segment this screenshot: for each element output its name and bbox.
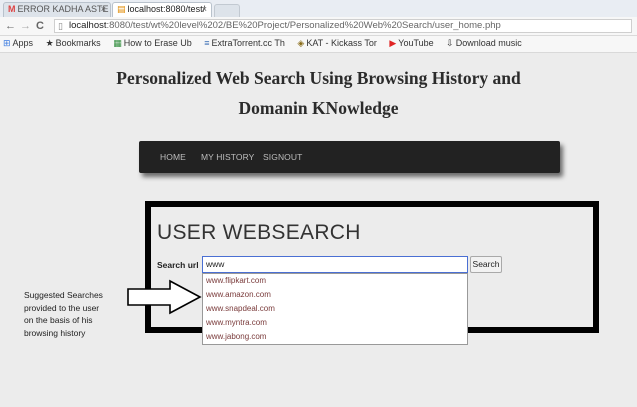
main-navbar: HOME MY HISTORY SIGNOUT	[139, 141, 560, 173]
bookmark-kat[interactable]: ◈ KAT - Kickass Tor	[297, 36, 376, 51]
gmail-icon: M	[8, 4, 16, 14]
bookmark-youtube[interactable]: ▶ YouTube	[389, 36, 433, 51]
close-icon[interactable]: ×	[101, 3, 106, 16]
kat-icon: ◈	[297, 38, 305, 48]
annotation-line: on the basis of his	[24, 315, 93, 325]
youtube-icon: ▶	[389, 38, 397, 48]
page-title-line-2: Domanin KNowledge	[238, 98, 399, 118]
bookmark-download-music[interactable]: ⇩ Download music	[446, 36, 522, 51]
bookmark-label: KAT - Kickass Tor	[306, 38, 377, 48]
page-content: Personalized Web Search Using Browsing H…	[0, 53, 637, 407]
new-tab-button[interactable]	[214, 4, 240, 17]
bookmark-label: Apps	[12, 38, 34, 48]
tab-label: ERROR KADHA ASTE	[17, 4, 109, 14]
annotation-arrow-icon	[127, 279, 202, 315]
annotation-line: browsing history	[24, 327, 86, 338]
bookmark-apps[interactable]: ⊞ Apps	[3, 36, 33, 51]
reload-icon[interactable]: C	[36, 18, 44, 34]
nav-my-history-link[interactable]: MY HISTORY	[201, 141, 254, 173]
url-input[interactable]: ▯ localhost:8080/test/wt%20level%202/BE%…	[54, 19, 632, 33]
download-icon: ⇩	[446, 38, 454, 48]
bookmark-label: ExtraTorrent.cc Th	[211, 38, 285, 48]
tab-error-kadha-aste[interactable]: M ERROR KADHA ASTE ×	[3, 2, 111, 17]
forward-icon[interactable]: →	[20, 18, 31, 34]
url-path: :8080/test/wt%20level%202/BE%20Project/P…	[106, 20, 501, 31]
suggestion-item[interactable]: www.jabong.com	[203, 330, 467, 344]
annotation-text: Suggested Searches provided to the user …	[24, 289, 122, 339]
nav-home-link[interactable]: HOME	[160, 141, 186, 173]
page-icon: ▯	[58, 21, 63, 31]
search-button[interactable]: Search	[470, 256, 502, 273]
bookmark-bookmarks[interactable]: ★ Bookmarks	[46, 36, 101, 51]
tab-label: localhost:8080/test/	[127, 4, 206, 14]
annotation-line: Suggested Searches	[24, 290, 103, 300]
nav-signout-link[interactable]: SIGNOUT	[263, 141, 302, 173]
close-icon[interactable]: ×	[202, 3, 207, 16]
suggestion-dropdown: www.flipkart.com www.amazon.com www.snap…	[202, 273, 468, 345]
page-favicon-icon: ▤	[117, 4, 126, 14]
search-url-input[interactable]: www	[202, 256, 468, 273]
address-bar: ← → C ▯ localhost:8080/test/wt%20level%2…	[0, 17, 637, 36]
bookmark-how-to-erase[interactable]: ▦ How to Erase Ub	[113, 36, 192, 51]
search-heading: USER WEBSEARCH	[157, 221, 361, 244]
tab-localhost[interactable]: ▤ localhost:8080/test/ ×	[112, 2, 212, 17]
bookmark-label: Download music	[455, 38, 522, 48]
bookmark-label: YouTube	[398, 38, 434, 48]
page-icon: ▦	[113, 38, 122, 48]
annotation-line: provided to the user	[24, 302, 100, 313]
bookmark-extratorrent[interactable]: ≡ ExtraTorrent.cc Th	[204, 36, 285, 51]
apps-icon: ⊞	[3, 38, 11, 48]
back-icon[interactable]: ←	[5, 18, 16, 34]
suggestion-item[interactable]: www.myntra.com	[203, 316, 467, 330]
suggestion-item[interactable]: www.flipkart.com	[203, 274, 467, 288]
torrent-icon: ≡	[204, 38, 210, 48]
bookmarks-bar: ⊞ Apps ★ Bookmarks ▦ How to Erase Ub ≡ Extra…	[0, 36, 637, 53]
suggestion-item[interactable]: www.amazon.com	[203, 288, 467, 302]
star-icon: ★	[45, 38, 54, 48]
url-host: localhost	[69, 20, 107, 31]
bookmark-label: How to Erase Ub	[123, 38, 192, 48]
bookmark-label: Bookmarks	[55, 38, 101, 48]
page-title: Personalized Web Search Using Browsing H…	[0, 63, 637, 123]
page-title-line-1: Personalized Web Search Using Browsing H…	[116, 68, 521, 88]
suggestion-item[interactable]: www.snapdeal.com	[203, 302, 467, 316]
tab-strip: M ERROR KADHA ASTE × ▤ localhost:8080/test…	[0, 0, 637, 17]
search-url-label: Search url	[157, 260, 199, 270]
